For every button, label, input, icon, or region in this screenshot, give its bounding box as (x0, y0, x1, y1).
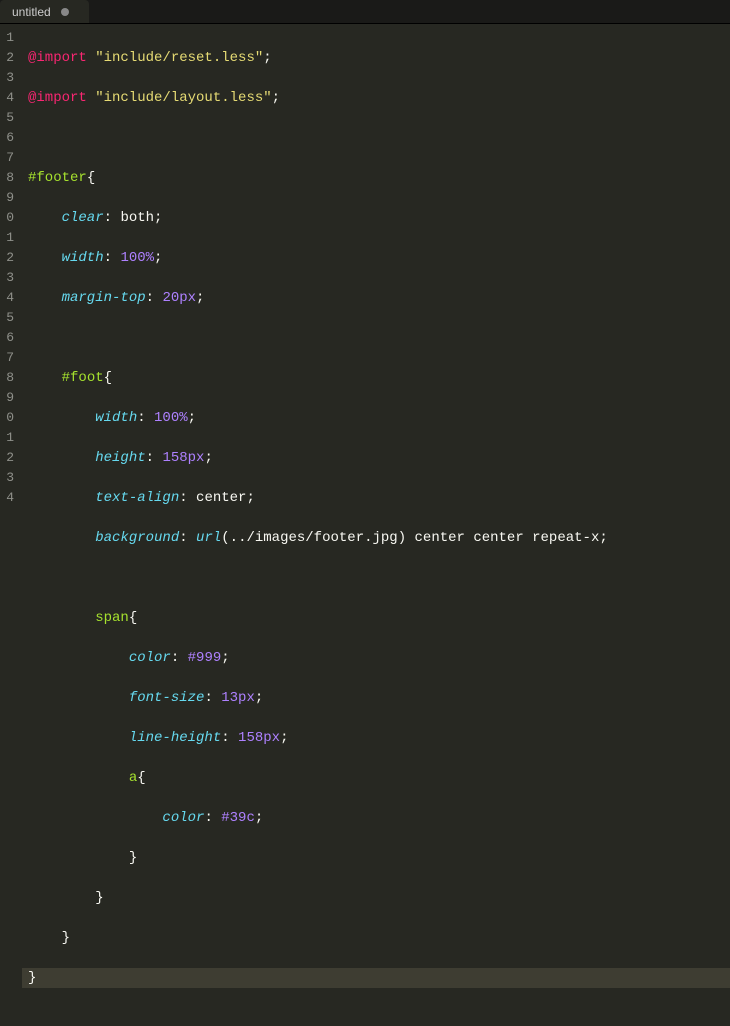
line-number: 3 (0, 68, 14, 88)
code-line: } (22, 968, 730, 988)
line-number: 2 (0, 48, 14, 68)
line-number: 7 (0, 348, 14, 368)
code-line: @import "include/reset.less"; (28, 48, 730, 68)
line-number: 5 (0, 108, 14, 128)
line-number: 9 (0, 188, 14, 208)
code-area[interactable]: @import "include/reset.less"; @import "i… (22, 24, 730, 513)
line-number: 6 (0, 128, 14, 148)
line-number: 3 (0, 268, 14, 288)
code-line: #foot{ (28, 368, 730, 388)
code-line: background: url(../images/footer.jpg) ce… (28, 528, 730, 548)
code-line (28, 568, 730, 588)
line-number: 2 (0, 248, 14, 268)
tab-untitled[interactable]: untitled (0, 0, 89, 23)
line-number: 6 (0, 328, 14, 348)
code-line: margin-top: 20px; (28, 288, 730, 308)
code-line: span{ (28, 608, 730, 628)
code-line (28, 328, 730, 348)
code-line: clear: both; (28, 208, 730, 228)
code-line: a{ (28, 768, 730, 788)
code-line: } (28, 928, 730, 948)
editor: 1 2 3 4 5 6 7 8 9 0 1 2 3 4 5 6 7 8 9 0 … (0, 24, 730, 513)
tab-bar: untitled (0, 0, 730, 24)
code-line: } (28, 848, 730, 868)
gutter: 1 2 3 4 5 6 7 8 9 0 1 2 3 4 5 6 7 8 9 0 … (0, 24, 22, 513)
code-line: height: 158px; (28, 448, 730, 468)
line-number: 3 (0, 468, 14, 488)
line-number: 1 (0, 28, 14, 48)
line-number: 4 (0, 288, 14, 308)
code-line (28, 128, 730, 148)
code-line: color: #999; (28, 648, 730, 668)
modified-indicator-icon (61, 8, 69, 16)
code-line: #footer{ (28, 168, 730, 188)
code-line: width: 100%; (28, 408, 730, 428)
line-number: 1 (0, 228, 14, 248)
code-line: width: 100%; (28, 248, 730, 268)
code-line: line-height: 158px; (28, 728, 730, 748)
line-number: 0 (0, 208, 14, 228)
line-number: 7 (0, 148, 14, 168)
line-number: 4 (0, 488, 14, 508)
code-line: @import "include/layout.less"; (28, 88, 730, 108)
line-number: 5 (0, 308, 14, 328)
code-line: } (28, 888, 730, 908)
code-line: font-size: 13px; (28, 688, 730, 708)
line-number: 0 (0, 408, 14, 428)
line-number: 8 (0, 368, 14, 388)
code-line: color: #39c; (28, 808, 730, 828)
line-number: 8 (0, 168, 14, 188)
tab-title: untitled (12, 5, 51, 19)
line-number: 1 (0, 428, 14, 448)
line-number: 2 (0, 448, 14, 468)
code-line: text-align: center; (28, 488, 730, 508)
line-number: 9 (0, 388, 14, 408)
line-number: 4 (0, 88, 14, 108)
